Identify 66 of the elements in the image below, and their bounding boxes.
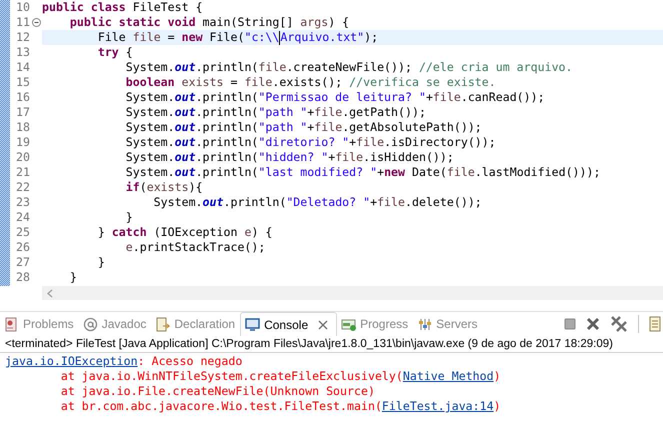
code-line: } (96, 255, 106, 270)
line-number: 10 (15, 0, 30, 15)
console-header: <terminated> FileTest [Java Application] C:\Program Files\Java\jre1.8.0_131\bin\javaw.exe (9 de ago de 2017 18:29:09) (0, 336, 663, 353)
line-number: 16 (15, 90, 30, 105)
code-line: public class FileTest { (42, 0, 204, 15)
panel-tab[interactable]: Console (240, 312, 338, 336)
code-line: System.out.println("Deletado? "+file.delete()); (152, 195, 483, 210)
line-number: 28 (15, 270, 30, 285)
console-line: java.io.IOException: Acesso negado (5, 354, 244, 369)
line-number: 24 (15, 210, 30, 225)
line-number: 19 (15, 135, 30, 150)
line-number: 26 (15, 240, 30, 255)
panel-tab[interactable]: Declaration (151, 312, 240, 336)
stack-trace-link[interactable]: Native Method (402, 369, 494, 383)
code-line: } (124, 210, 134, 225)
line-number: 17 (15, 105, 30, 120)
line-number: 12 (15, 30, 30, 45)
problems-icon (4, 316, 19, 332)
code-editor[interactable] (0, 0, 663, 286)
code-line: public static void main(String[] args) { (68, 15, 350, 30)
declaration-icon (155, 316, 170, 332)
code-line: System.out.println("diretorio? "+file.isDirectory()); (124, 135, 497, 150)
code-line: try { (96, 45, 134, 60)
code-line: } (68, 270, 78, 285)
line-number: 22 (15, 180, 30, 195)
console-icon (245, 317, 260, 332)
line-number: 14 (15, 60, 30, 75)
code-line: boolean exists = file.exists(); //verifica se existe. (124, 75, 497, 90)
javadoc-icon (82, 316, 98, 332)
panel-tab[interactable]: Javadoc (78, 312, 152, 336)
line-number: 18 (15, 120, 30, 135)
horizontal-scrollbar[interactable] (42, 286, 663, 300)
stop-icon[interactable] (564, 318, 576, 330)
progress-icon (341, 316, 356, 332)
line-number: 20 (15, 150, 30, 165)
panel-tab[interactable]: Problems (0, 312, 79, 336)
line-number: 15 (15, 75, 30, 90)
line-number: 11 (15, 15, 30, 30)
console-line: at java.io.File.createNewFile(Unknown Source) (60, 384, 376, 399)
console-line: at java.io.WinNTFileSystem.createFileExclusively(Native Method) (60, 369, 502, 384)
code-line: e.printStackTrace(); (124, 240, 266, 255)
code-line: System.out.println("Permissao de leitura? "+file.canRead()); (124, 90, 546, 105)
code-line: System.out.println("hidden? "+file.isHidden()); (124, 150, 455, 165)
code-line: System.out.println("path "+file.getAbsolutePath()); (124, 120, 483, 135)
line-number: 23 (15, 195, 30, 210)
line-number: 25 (15, 225, 30, 240)
collapse-icon[interactable] (32, 18, 40, 27)
console-line: at br.com.abc.javacore.Wio.test.FileTest.main(FileTest.java:14) (60, 399, 502, 414)
panel-tab[interactable]: Servers (413, 312, 482, 336)
code-line: System.out.println("last modified? "+new Date(file.lastModified())); (124, 165, 602, 180)
line-number: 27 (15, 255, 30, 270)
code-line: } catch (IOException e) { (96, 225, 274, 240)
remove-icon[interactable] (586, 317, 600, 331)
stack-trace-link[interactable]: FileTest.java:14 (382, 399, 494, 413)
code-line: if(exists){ (124, 180, 204, 195)
stack-trace-link[interactable]: java.io.IOException (5, 354, 138, 368)
code-line: System.out.println(file.createNewFile()); //ele cria um arquivo. (124, 60, 574, 75)
line-number: 13 (15, 45, 30, 60)
line-number: 21 (15, 165, 30, 180)
panel-tab[interactable]: Progress (337, 312, 414, 336)
servers-icon (417, 316, 432, 332)
code-line: System.out.println("path "+file.getPath()); (124, 105, 427, 120)
text-cursor (279, 30, 280, 45)
close-icon[interactable] (318, 320, 328, 330)
remove-all-icon[interactable] (610, 316, 628, 332)
document-icon[interactable] (649, 316, 661, 332)
